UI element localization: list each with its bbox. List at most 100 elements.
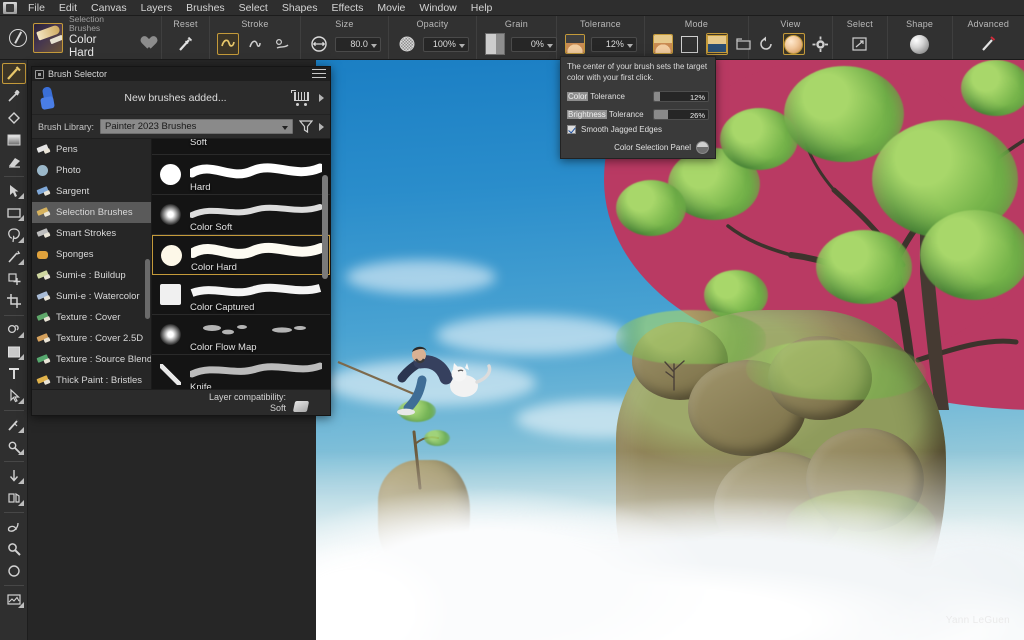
brush-variant-soft[interactable]: Soft — [152, 139, 330, 155]
color-tolerance-slider[interactable]: 12% — [653, 91, 709, 102]
brush-variant-color-hard[interactable]: Color Hard — [152, 235, 330, 275]
rectangular-selection-tool[interactable] — [2, 202, 26, 223]
advanced-brush-icon[interactable] — [977, 33, 999, 55]
brush-reset-circle-icon[interactable] — [9, 29, 27, 47]
brush-promo-banner[interactable]: New brushes added... — [32, 81, 330, 115]
dropdown-triangle-icon[interactable] — [18, 398, 24, 404]
rectangular-shape-tool[interactable] — [2, 341, 26, 362]
menu-item-select[interactable]: Select — [232, 0, 275, 16]
layer-adjuster-tool[interactable] — [2, 180, 26, 201]
dropdown-triangle-icon[interactable] — [18, 500, 24, 506]
brush-category-texture-source-blending[interactable]: Texture : Source Blending — [32, 349, 151, 370]
tolerance-icon[interactable] — [564, 33, 586, 55]
view-settings-gear-icon[interactable] — [810, 33, 832, 55]
divine-proportion-tool[interactable] — [2, 516, 26, 537]
dropdown-triangle-icon[interactable] — [18, 332, 24, 338]
brush-category-smart-strokes[interactable]: Smart Strokes — [32, 223, 151, 244]
brush-thumbnail-icon[interactable] — [33, 23, 63, 53]
lasso-selection-tool[interactable] — [2, 224, 26, 245]
heart-icon[interactable] — [138, 30, 154, 45]
color-selection-panel-row[interactable]: Color Selection Panel — [614, 141, 709, 154]
dropdown-triangle-icon[interactable] — [18, 354, 24, 360]
crop-tool[interactable] — [2, 290, 26, 311]
brush-category-thick-paint-bristles[interactable]: Thick Paint : Bristles — [32, 370, 151, 389]
dropdown-triangle-icon[interactable] — [18, 602, 24, 608]
gradient-tool[interactable] — [2, 129, 26, 150]
brush-tool[interactable] — [2, 63, 26, 84]
size-icon[interactable] — [308, 33, 330, 55]
pen-tool[interactable] — [2, 414, 26, 435]
menu-item-brushes[interactable]: Brushes — [179, 0, 232, 16]
grain-input[interactable]: 0% — [511, 37, 557, 52]
opacity-input[interactable]: 100% — [423, 37, 469, 52]
brush-category-list[interactable]: Pens Photo Sargent Selection Brushes Sma… — [32, 139, 152, 389]
category-list-scrollbar[interactable] — [145, 259, 150, 319]
cloner-tool[interactable] — [2, 319, 26, 340]
funnel-filter-icon[interactable] — [299, 119, 313, 134]
brush-indicator[interactable]: Selection Brushes Color Hard — [7, 15, 154, 61]
brush-variant-list[interactable]: Soft Hard Color Soft — [152, 139, 330, 389]
brightness-tolerance-slider[interactable]: 26% — [653, 109, 709, 120]
brush-category-texture-cover[interactable]: Texture : Cover — [32, 307, 151, 328]
transform-tool[interactable] — [2, 436, 26, 457]
tolerance-input[interactable]: 12% — [591, 37, 637, 52]
brush-variant-color-soft[interactable]: Color Soft — [152, 195, 330, 235]
brush-library-select[interactable]: Painter 2023 Brushes — [100, 119, 293, 134]
stroke-options-icon[interactable] — [271, 33, 293, 55]
brush-category-pens[interactable]: Pens — [32, 139, 151, 160]
eraser-tool[interactable] — [2, 151, 26, 172]
tolerance-settings-icon[interactable] — [652, 33, 674, 55]
freehand-stroke-icon[interactable] — [217, 33, 239, 55]
shape-selection-tool[interactable] — [2, 385, 26, 406]
size-input[interactable]: 80.0 — [335, 37, 381, 52]
brush-category-photo[interactable]: Photo — [32, 160, 151, 181]
paint-bucket-tool[interactable] — [2, 107, 26, 128]
menu-item-effects[interactable]: Effects — [324, 0, 370, 16]
perspective-guide-tool[interactable] — [2, 465, 26, 486]
menu-item-file[interactable]: File — [21, 0, 52, 16]
select-transform-icon[interactable] — [849, 33, 871, 55]
chevron-right-icon[interactable] — [319, 94, 324, 102]
variant-list-scrollbar[interactable] — [322, 175, 328, 279]
chevron-right-icon[interactable] — [319, 123, 324, 131]
smooth-jagged-edges-checkbox[interactable] — [567, 125, 576, 134]
dropdown-triangle-icon[interactable] — [18, 427, 24, 433]
brush-variant-hard[interactable]: Hard — [152, 155, 330, 195]
menu-item-help[interactable]: Help — [464, 0, 500, 16]
brush-category-selection-brushes[interactable]: Selection Brushes — [32, 202, 151, 223]
view-color-icon[interactable] — [783, 33, 805, 55]
menu-item-movie[interactable]: Movie — [370, 0, 412, 16]
magic-wand-tool[interactable] — [2, 246, 26, 267]
dropdown-triangle-icon[interactable] — [18, 215, 24, 221]
magnifier-tool[interactable] — [2, 538, 26, 559]
grain-icon[interactable] — [484, 33, 506, 55]
image-placement-tool[interactable] — [2, 589, 26, 610]
brush-variant-color-flow-map[interactable]: Color Flow Map — [152, 315, 330, 355]
brush-category-sumie-watercolor[interactable]: Sumi-e : Watercolor — [32, 286, 151, 307]
brush-category-sargent[interactable]: Sargent — [32, 181, 151, 202]
menu-item-window[interactable]: Window — [412, 0, 463, 16]
selection-adjuster-tool[interactable] — [2, 268, 26, 289]
reset-brush-icon[interactable] — [174, 33, 196, 55]
brush-selector-titlebar[interactable]: Brush Selector — [32, 67, 330, 81]
opacity-icon[interactable] — [396, 33, 418, 55]
view-refresh-icon[interactable] — [756, 33, 778, 55]
menu-item-layers[interactable]: Layers — [134, 0, 180, 16]
menu-item-shapes[interactable]: Shapes — [275, 0, 325, 16]
panel-menu-icon[interactable] — [312, 69, 326, 80]
tolerance-settings-popup[interactable]: The center of your brush sets the target… — [560, 56, 716, 159]
mirror-painting-tool[interactable] — [2, 487, 26, 508]
mode-none-icon[interactable] — [679, 33, 701, 55]
straight-line-stroke-icon[interactable] — [244, 33, 266, 55]
shopping-cart-icon[interactable] — [291, 90, 311, 106]
dropdown-triangle-icon[interactable] — [18, 478, 24, 484]
color-selection-panel-icon[interactable] — [696, 141, 709, 154]
rotate-page-tool[interactable] — [2, 560, 26, 581]
dropdown-triangle-icon[interactable] — [18, 193, 24, 199]
dropdown-triangle-icon[interactable] — [18, 237, 24, 243]
shape-sphere-icon[interactable] — [909, 33, 931, 55]
text-tool[interactable] — [2, 363, 26, 384]
brush-variant-knife[interactable]: Knife — [152, 355, 330, 389]
brush-category-sumie-buildup[interactable]: Sumi-e : Buildup — [32, 265, 151, 286]
dropdown-triangle-icon[interactable] — [18, 449, 24, 455]
